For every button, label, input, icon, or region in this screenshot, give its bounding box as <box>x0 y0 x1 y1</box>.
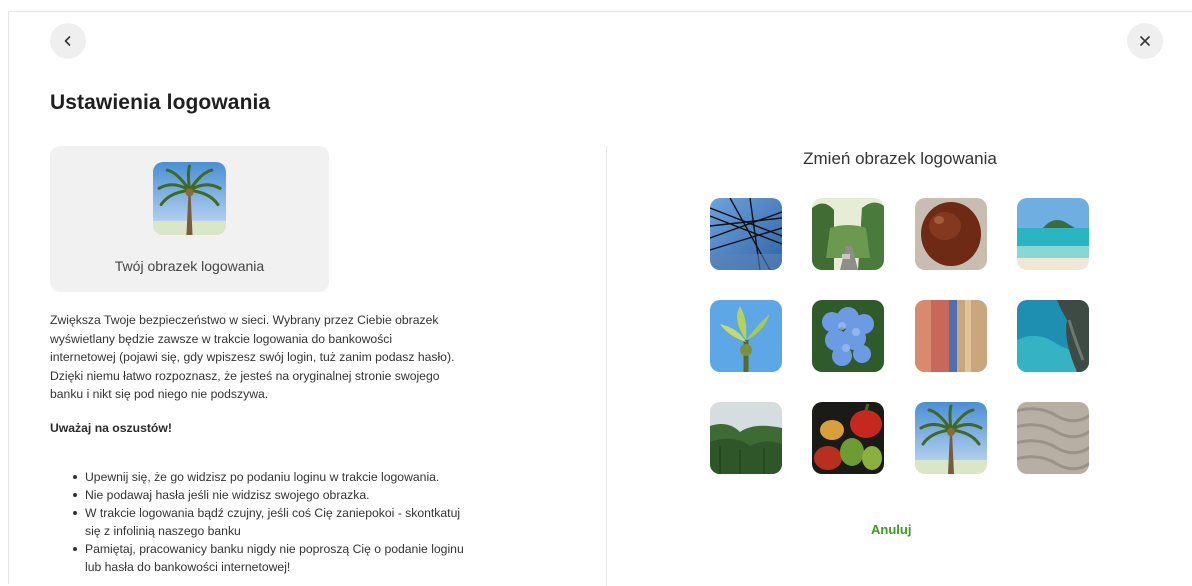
image-option-young-leaves[interactable] <box>710 300 782 372</box>
palm-tree-image <box>153 162 226 235</box>
image-option-palm-tree[interactable] <box>915 402 987 474</box>
current-image-label: Twój obrazek logowania <box>114 258 265 274</box>
page-title: Ustawienia logowania <box>50 91 271 114</box>
close-icon <box>1140 36 1150 46</box>
picker-title: Zmień obrazek logowania <box>803 149 997 168</box>
misty-forest-picture <box>710 402 782 474</box>
painted-wall-picture <box>915 300 987 372</box>
column-divider <box>606 146 607 586</box>
rocky-coast-picture <box>1017 300 1089 372</box>
cancel-link[interactable]: Anuluj <box>871 522 911 537</box>
tip-item: W trakcie logowania bądź czujny, jeśli c… <box>73 504 473 540</box>
sand-ripples-picture <box>1017 402 1089 474</box>
image-option-forest-road[interactable] <box>812 198 884 270</box>
tip-item: Pamiętaj, pracowanicy banku nigdy nie po… <box>73 540 473 576</box>
power-lines-picture <box>710 198 782 270</box>
image-option-misty-forest[interactable] <box>710 402 782 474</box>
young-leaves-picture <box>710 300 782 372</box>
forest-road-picture <box>812 198 884 270</box>
image-option-power-lines[interactable] <box>710 198 782 270</box>
warning-tips-list: Upewnij się, że go widzisz po podaniu lo… <box>73 468 473 576</box>
settings-panel: Ustawienia logowania Twój obrazek logowa… <box>8 11 1192 586</box>
current-login-image <box>153 162 226 235</box>
image-option-vegetables[interactable] <box>812 402 884 474</box>
vegetables-picture <box>812 402 884 474</box>
description-text: Zwiększa Twoje bezpieczeństwo w sieci. W… <box>50 313 455 401</box>
hydrangea-picture <box>812 300 884 372</box>
chevron-left-icon <box>64 36 71 46</box>
warning-title: Uważaj na oszustów! <box>50 421 172 435</box>
image-option-sand-ripples[interactable] <box>1017 402 1089 474</box>
palm-tree-picture <box>915 402 987 474</box>
image-option-tropical-beach[interactable] <box>1017 198 1089 270</box>
tropical-beach-picture <box>1017 198 1089 270</box>
image-option-hydrangea[interactable] <box>812 300 884 372</box>
current-image-card: Twój obrazek logowania <box>50 146 329 292</box>
tip-item: Nie podawaj hasła jeśli nie widzisz swoj… <box>73 486 473 504</box>
tip-item: Upewnij się, że go widzisz po podaniu lo… <box>73 468 473 486</box>
coconut-picture <box>915 198 987 270</box>
image-option-painted-wall[interactable] <box>915 300 987 372</box>
image-option-coconut[interactable] <box>915 198 987 270</box>
image-option-rocky-coast[interactable] <box>1017 300 1089 372</box>
close-button[interactable] <box>1127 23 1163 59</box>
back-button[interactable] <box>50 23 86 59</box>
